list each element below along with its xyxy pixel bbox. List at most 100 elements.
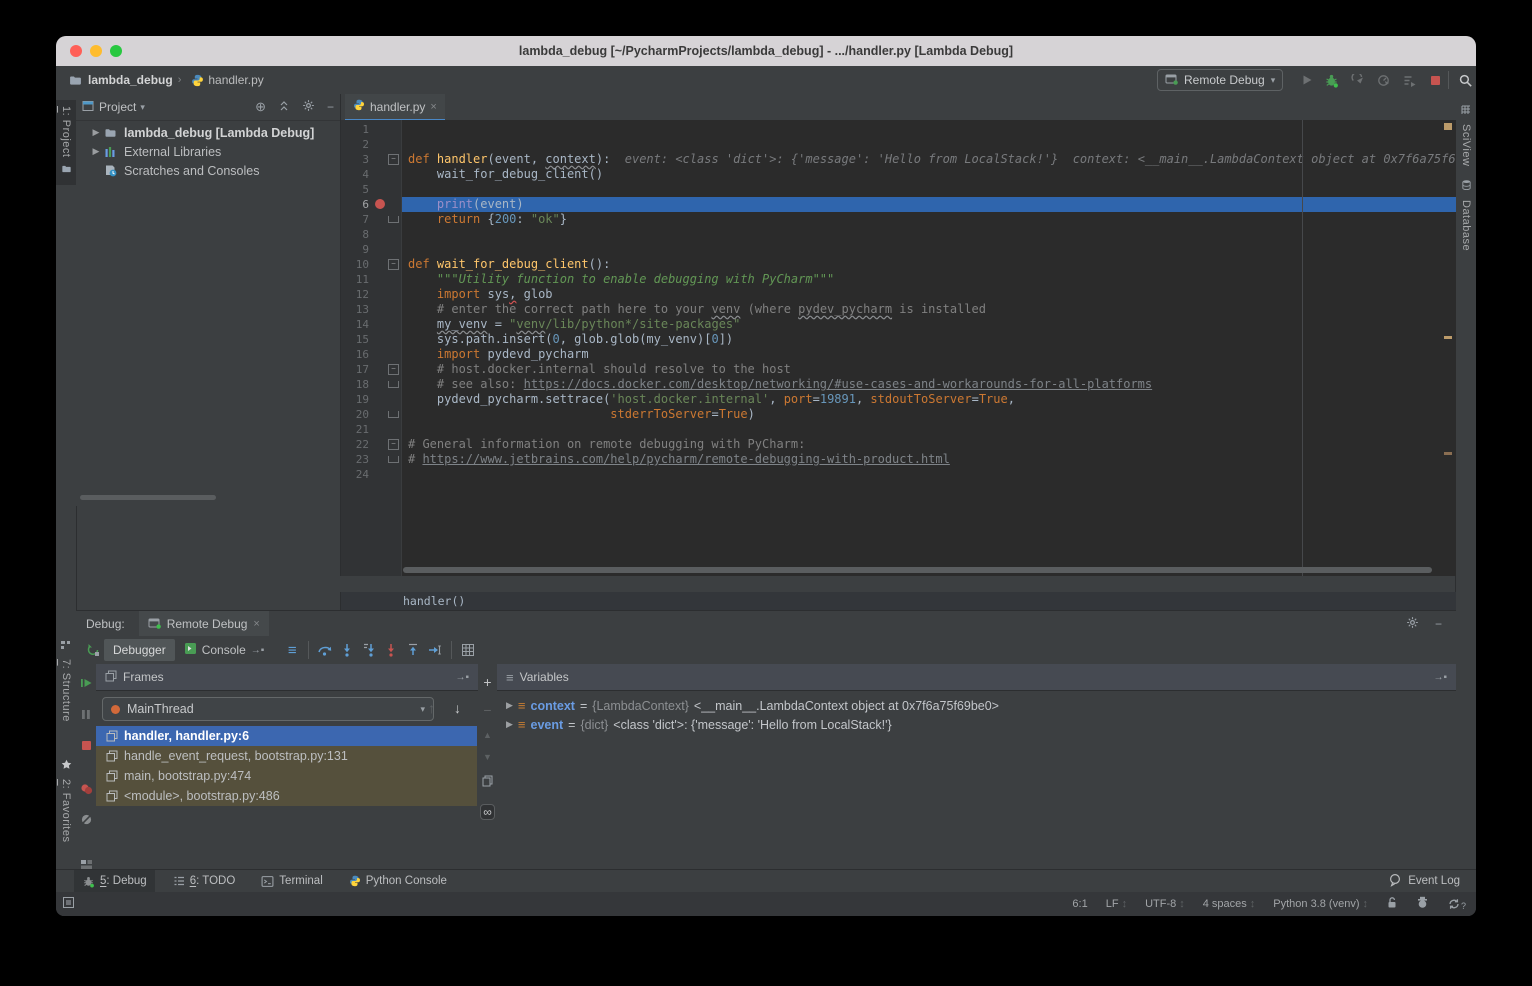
variable-row[interactable]: ▶≡event = {dict} <class 'dict'>: {'messa… [497, 715, 1456, 734]
editor-breadcrumbs[interactable]: handler() [340, 592, 1456, 610]
code-line[interactable]: def handler(event, context): event: <cla… [402, 152, 1456, 167]
line-number[interactable]: 6 [341, 197, 369, 212]
close-icon[interactable]: × [430, 101, 436, 113]
code-line[interactable]: wait_for_debug_client() [402, 167, 1456, 182]
code-line[interactable]: stderrToServer=True) [402, 407, 1456, 422]
close-icon[interactable]: × [253, 618, 259, 630]
tab-debugger[interactable]: Debugger [104, 639, 175, 661]
duplicate-watch-button[interactable] [482, 774, 493, 792]
inspection-status-square[interactable] [1444, 123, 1452, 130]
code-line[interactable]: import pydevd_pycharm [402, 347, 1456, 362]
view-threads-grid-icon[interactable] [457, 639, 479, 661]
code-line[interactable] [402, 422, 1456, 437]
force-step-into-button[interactable] [358, 639, 380, 661]
stop-debug-button[interactable] [81, 738, 92, 756]
project-panel-title[interactable]: Project [99, 100, 136, 114]
rerun-tests-button[interactable] [1398, 69, 1420, 91]
code-line[interactable]: # https://www.jetbrains.com/help/pycharm… [402, 452, 1456, 467]
breadcrumb-file[interactable]: handler.py [208, 73, 263, 87]
run-configuration-select[interactable]: Remote Debug ▾ [1157, 69, 1283, 91]
code-line[interactable]: return {200: "ok"} [402, 212, 1456, 227]
project-tree-item[interactable]: ▶lambda_debug [Lambda Debug] [76, 123, 340, 142]
line-ending-select[interactable]: LF↕ [1106, 898, 1127, 910]
editor-gutter[interactable]: 123−45678910−11121314151617−1819202122−2… [341, 120, 402, 576]
code-line[interactable]: my_venv = "venv/lib/python*/site-package… [402, 317, 1456, 332]
fold-marker[interactable]: − [388, 439, 399, 450]
step-out-button[interactable] [402, 639, 424, 661]
debug-button[interactable] [1320, 69, 1342, 91]
focus-on-variables-icon[interactable]: →▪ [1433, 672, 1447, 683]
next-frame-button[interactable]: ↓ [454, 700, 461, 716]
layout-menu-icon[interactable]: ≡ [281, 639, 303, 661]
encoding-select[interactable]: UTF-8↕ [1145, 898, 1185, 910]
stack-frame-row[interactable]: <module>, bootstrap.py:486 [96, 786, 477, 806]
profiler-button[interactable] [1372, 69, 1394, 91]
run-button[interactable] [1296, 69, 1318, 91]
toolwindow-tab-python-console[interactable]: Python Console [341, 870, 455, 892]
close-window-button[interactable] [70, 45, 82, 57]
code-editor[interactable]: 123−45678910−11121314151617−1819202122−2… [340, 120, 1456, 576]
line-number[interactable]: 18 [341, 377, 369, 392]
fold-marker[interactable]: − [388, 154, 399, 165]
fold-marker[interactable]: − [388, 364, 399, 375]
interpreter-select[interactable]: Python 3.8 (venv)↕ [1273, 898, 1368, 910]
project-tree-item[interactable]: Scratches and Consoles [76, 161, 340, 180]
code-line[interactable]: print(event) [402, 197, 1456, 212]
code-line[interactable]: # General information on remote debuggin… [402, 437, 1456, 452]
breakpoint-dot[interactable] [375, 199, 385, 209]
code-line[interactable] [402, 182, 1456, 197]
minimize-window-button[interactable] [90, 45, 102, 57]
inspections-profile-icon[interactable] [1416, 896, 1429, 912]
editor-horizontal-scrollbar[interactable] [403, 567, 1432, 573]
line-number[interactable]: 19 [341, 392, 369, 407]
line-number[interactable]: 12 [341, 287, 369, 302]
rerun-debug-button[interactable] [82, 639, 104, 661]
update-available-icon[interactable]: ? [1447, 897, 1466, 911]
zoom-window-button[interactable] [110, 45, 122, 57]
debug-session-tab[interactable]: Remote Debug × [139, 611, 269, 637]
thread-select[interactable]: MainThread ▾ [102, 697, 434, 721]
code-line[interactable] [402, 122, 1456, 137]
code-line[interactable] [402, 227, 1456, 242]
line-number[interactable]: 9 [341, 242, 369, 257]
line-number[interactable]: 4 [341, 167, 369, 182]
fold-end-marker[interactable] [388, 456, 399, 463]
code-line[interactable]: # see also: https://docs.docker.com/desk… [402, 377, 1456, 392]
pause-button[interactable] [81, 707, 91, 725]
toolwindow-tab-sciview[interactable]: SciView [1456, 102, 1476, 166]
fold-marker[interactable]: − [388, 259, 399, 270]
line-number[interactable]: 3 [341, 152, 369, 167]
line-number[interactable]: 11 [341, 272, 369, 287]
line-number[interactable]: 2 [341, 137, 369, 152]
code-line[interactable]: """Utility function to enable debugging … [402, 272, 1456, 287]
fold-end-marker[interactable] [388, 411, 399, 418]
editor-code-area[interactable]: def handler(event, context): event: <cla… [402, 120, 1456, 576]
line-number[interactable]: 23 [341, 452, 369, 467]
breadcrumb-project[interactable]: lambda_debug [88, 73, 173, 87]
code-line[interactable] [402, 137, 1456, 152]
stack-frame-row[interactable]: handler, handler.py:6 [96, 726, 477, 746]
resume-button[interactable] [80, 676, 92, 694]
stack-frame-row[interactable]: main, bootstrap.py:474 [96, 766, 477, 786]
mute-breakpoints-button[interactable] [80, 813, 93, 831]
line-number[interactable]: 13 [341, 302, 369, 317]
step-into-button[interactable] [336, 639, 358, 661]
toolwindow-tab-favorites[interactable]: 2: Favorites [56, 757, 76, 842]
code-line[interactable]: pydevd_pycharm.settrace('host.docker.int… [402, 392, 1456, 407]
previous-frame-button[interactable]: ↑ [428, 700, 435, 716]
line-number[interactable]: 15 [341, 332, 369, 347]
line-number[interactable]: 24 [341, 467, 369, 482]
toolwindow-tab-debug[interactable]: 5: Debug [74, 870, 155, 892]
toolwindow-tab-database[interactable]: Database [1456, 178, 1476, 251]
line-number[interactable]: 16 [341, 347, 369, 362]
toolwindow-tab-terminal[interactable]: Terminal [253, 870, 330, 892]
line-number[interactable]: 22 [341, 437, 369, 452]
focus-on-frame-icon[interactable]: →▪ [455, 672, 469, 683]
expand-icon[interactable]: ▶ [506, 719, 513, 730]
step-over-button[interactable] [314, 639, 336, 661]
line-number[interactable]: 10 [341, 257, 369, 272]
line-number[interactable]: 21 [341, 422, 369, 437]
search-everywhere-button[interactable] [1454, 69, 1476, 91]
fold-end-marker[interactable] [388, 216, 399, 223]
line-number[interactable]: 1 [341, 122, 369, 137]
